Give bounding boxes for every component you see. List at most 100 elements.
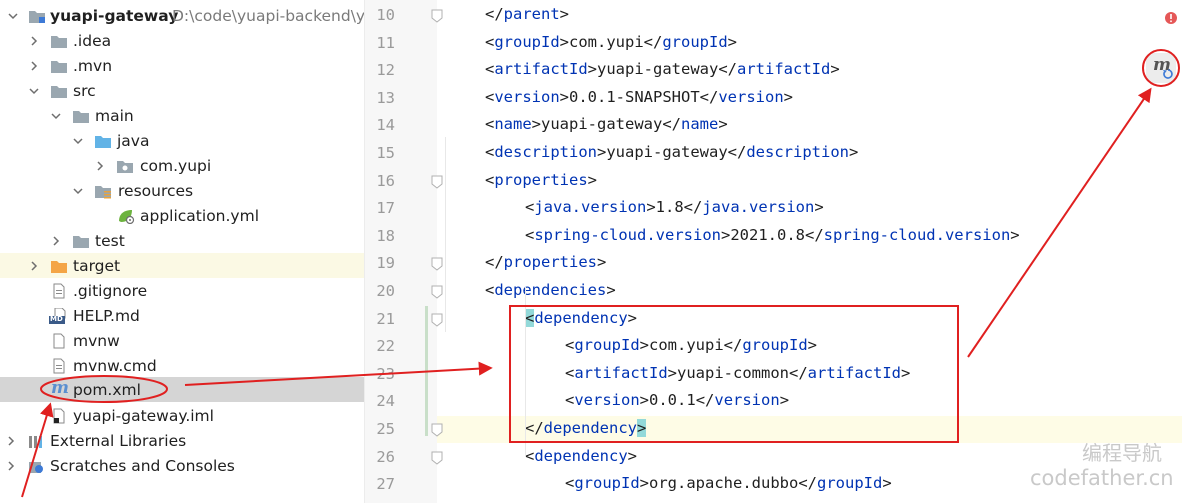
xml-bracket: > (727, 32, 738, 51)
xml-bracket: </ (718, 60, 738, 79)
tree-item-label: .idea (73, 31, 112, 50)
chevron-right-icon[interactable] (27, 259, 41, 273)
chevron-right-icon[interactable] (4, 434, 18, 448)
line-number: 19 (376, 254, 395, 273)
chevron-down-icon[interactable] (71, 184, 85, 198)
tree-item-label: pom.xml (73, 380, 141, 399)
xml-bracket: > (559, 87, 570, 106)
chevron-down-icon[interactable] (71, 134, 85, 148)
code-line[interactable]: <spring-cloud.version>2021.0.8</spring-c… (525, 226, 1020, 244)
xml-bracket: > (559, 5, 570, 23)
xml-tag-name: artifactId (574, 363, 668, 382)
maven-reload-button[interactable]: m (1146, 53, 1176, 83)
tree-item-gitignore[interactable]: .gitignore (0, 278, 364, 303)
xml-bracket: </ (723, 336, 743, 355)
tree-item-scratches[interactable]: Scratches and Consoles (0, 453, 364, 478)
code-line[interactable]: <dependency> (525, 308, 638, 327)
tree-item-target[interactable]: target (0, 253, 364, 278)
code-line[interactable]: <artifactId>yuapi-common</artifactId> (565, 364, 910, 382)
chevron-right-icon[interactable] (27, 59, 41, 73)
xml-text-value: 0.0.1-SNAPSHOT (569, 87, 700, 106)
code-line[interactable]: <groupId>com.yupi</groupId> (485, 33, 737, 51)
xml-tag-name: name (494, 115, 532, 134)
tree-item-com-yupi[interactable]: com.yupi (0, 153, 364, 178)
fold-marker-icon[interactable] (431, 423, 443, 437)
tree-item-pom-xml[interactable]: m pom.xml (0, 377, 364, 402)
chevron-right-icon[interactable] (4, 459, 18, 473)
code-editor[interactable]: 10 </parent> 11 <groupId>com.yupi</groupId>… (365, 0, 1182, 503)
code-line[interactable]: </parent> (485, 5, 569, 23)
xml-bracket: < (565, 336, 575, 355)
tree-item-label: External Libraries (50, 431, 187, 450)
xml-tag-name: version (714, 391, 780, 410)
line-number: 26 (376, 447, 395, 466)
tree-item-root[interactable]: yuapi-gateway D:\code\yuapi-backend\yu (0, 3, 364, 28)
code-line[interactable]: <description>yuapi-gateway</description> (485, 143, 858, 161)
tree-item-resources[interactable]: resources (0, 178, 364, 203)
xml-tag-name: version (574, 391, 640, 410)
xml-tag-name: spring-cloud.version (823, 225, 1011, 244)
code-line[interactable]: </properties> (485, 253, 606, 271)
tree-item-mvn[interactable]: .mvn (0, 53, 364, 78)
source-folder-icon (95, 135, 111, 148)
code-line[interactable]: <properties> (485, 171, 597, 189)
tree-item-main[interactable]: main (0, 103, 364, 128)
code-line[interactable]: <dependency> (525, 447, 637, 465)
xml-bracket: > (901, 363, 911, 382)
chevron-down-icon[interactable] (6, 9, 20, 23)
folder-icon (73, 110, 89, 123)
watermark-url: codefather.cn (1030, 466, 1174, 490)
tree-item-label: mvnw (73, 331, 120, 350)
folder-icon (51, 85, 67, 98)
tree-item-iml[interactable]: yuapi-gateway.iml (0, 403, 364, 428)
error-indicator-icon[interactable] (1164, 11, 1178, 25)
tree-item-label: resources (118, 181, 194, 200)
xml-text-value: com.yupi (569, 32, 644, 51)
xml-bracket: > (627, 308, 638, 327)
code-line[interactable]: <dependencies> (485, 281, 616, 299)
code-line[interactable]: <artifactId>yuapi-gateway</artifactId> (485, 60, 840, 78)
code-line[interactable]: </dependency> (525, 419, 647, 437)
fold-marker-icon[interactable] (431, 285, 443, 299)
chevron-down-icon[interactable] (27, 84, 41, 98)
fold-marker-icon[interactable] (431, 451, 443, 465)
file-icon (53, 333, 65, 348)
line-number: 16 (376, 171, 395, 190)
chevron-right-icon[interactable] (93, 159, 107, 173)
chevron-right-icon[interactable] (27, 34, 41, 48)
tree-item-help-md[interactable]: MD HELP.md (0, 303, 364, 328)
tree-item-test[interactable]: test (0, 228, 364, 253)
tree-item-application-yml[interactable]: application.yml (0, 203, 364, 228)
line-number: 10 (376, 6, 395, 24)
xml-bracket: > (718, 115, 728, 134)
code-line[interactable]: <groupId>org.apache.dubbo</groupId> (565, 474, 892, 492)
chevron-down-icon[interactable] (49, 109, 63, 123)
fold-marker-icon[interactable] (431, 9, 443, 23)
tree-item-java[interactable]: java (0, 128, 364, 153)
fold-marker-icon[interactable] (431, 257, 443, 272)
xml-tag-name: version (494, 87, 560, 106)
line-number: 11 (376, 33, 395, 52)
code-line[interactable]: <version>0.0.1-SNAPSHOT</version> (485, 88, 793, 106)
line-number: 17 (376, 199, 395, 218)
code-line[interactable]: <version>0.0.1</version> (565, 391, 789, 409)
line-number: 27 (376, 475, 395, 494)
code-line[interactable]: <groupId>com.yupi</groupId> (565, 336, 817, 354)
xml-text-value: yuapi-gateway (606, 143, 728, 161)
tree-item-idea[interactable]: .idea (0, 28, 364, 53)
maven-file-icon: m (51, 378, 69, 398)
fold-marker-icon[interactable] (431, 175, 443, 189)
code-line[interactable]: <java.version>1.8</java.version> (525, 198, 824, 216)
fold-marker-icon[interactable] (431, 313, 443, 327)
tree-item-src[interactable]: src (0, 78, 364, 103)
code-line[interactable]: <name>yuapi-gateway</name> (485, 115, 728, 133)
tree-item-mvnw[interactable]: mvnw (0, 328, 364, 353)
chevron-right-icon[interactable] (49, 234, 63, 248)
xml-bracket: < (565, 474, 575, 493)
xml-tag-name: groupId (662, 32, 728, 51)
tree-item-mvnw-cmd[interactable]: mvnw.cmd (0, 353, 364, 378)
xml-bracket: > (720, 225, 731, 244)
tree-item-external-libraries[interactable]: External Libraries (0, 428, 364, 453)
watermark-title: 编程导航 (1082, 441, 1162, 465)
xml-bracket: > (814, 198, 824, 217)
